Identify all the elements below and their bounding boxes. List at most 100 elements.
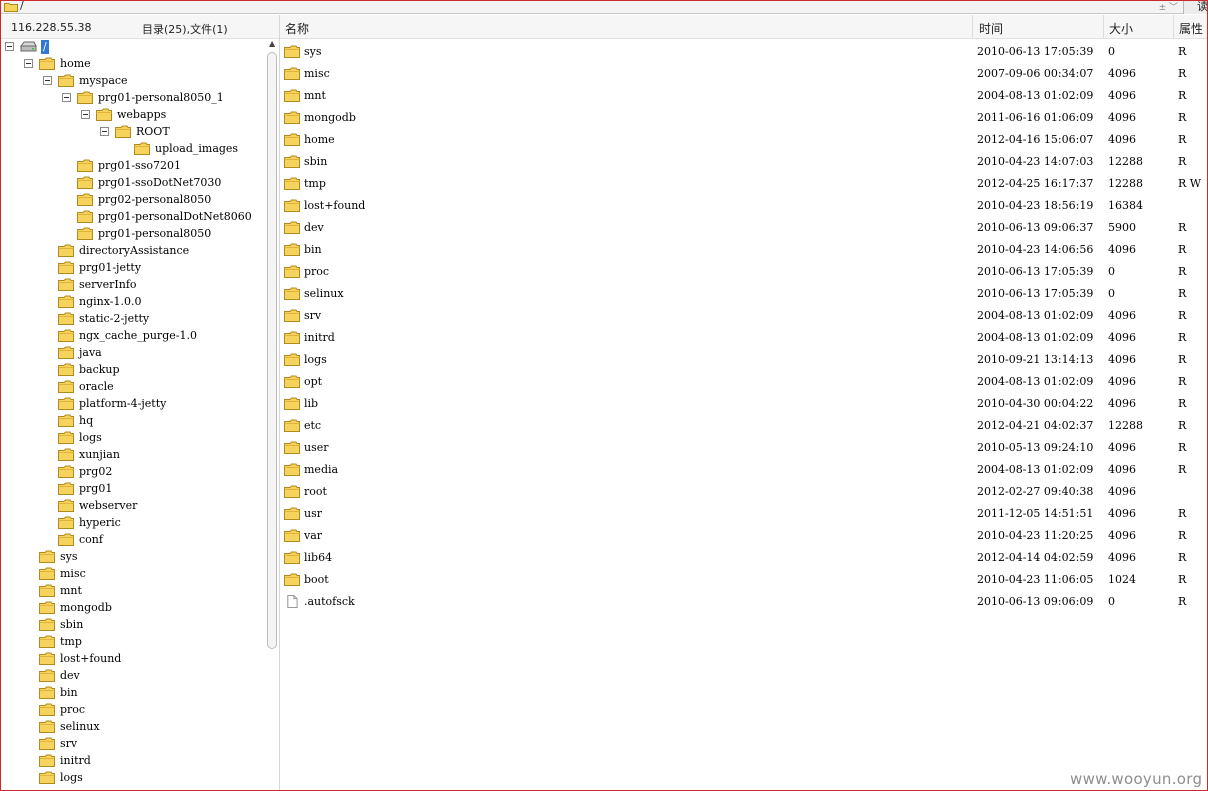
- file-row[interactable]: logs 2010-09-21 13:14:13 4096 R: [280, 349, 1208, 371]
- file-row[interactable]: .autofsck 2010-06-13 09:06:09 0 R: [280, 591, 1208, 613]
- tree-item[interactable]: hq: [0, 413, 266, 430]
- file-row[interactable]: sbin 2010-04-23 14:07:03 12288 R: [280, 151, 1208, 173]
- tree-item[interactable]: static-2-jetty: [0, 311, 266, 328]
- file-row[interactable]: media 2004-08-13 01:02:09 4096 R: [280, 459, 1208, 481]
- tree-item[interactable]: directoryAssistance: [0, 243, 266, 260]
- folder-icon: [284, 353, 300, 366]
- read-button[interactable]: 读: [1183, 0, 1208, 14]
- tree-item[interactable]: prg01-jetty: [0, 260, 266, 277]
- file-row[interactable]: selinux 2010-06-13 17:05:39 0 R: [280, 283, 1208, 305]
- file-row[interactable]: lib 2010-04-30 00:04:22 4096 R: [280, 393, 1208, 415]
- folder-icon: [39, 754, 55, 767]
- tree-item[interactable]: ROOT: [0, 124, 266, 141]
- tree-item[interactable]: conf: [0, 532, 266, 549]
- file-row[interactable]: var 2010-04-23 11:20:25 4096 R: [280, 525, 1208, 547]
- file-row[interactable]: opt 2004-08-13 01:02:09 4096 R: [280, 371, 1208, 393]
- folder-icon: [284, 199, 300, 212]
- file-row[interactable]: mnt 2004-08-13 01:02:09 4096 R: [280, 85, 1208, 107]
- file-row[interactable]: initrd 2004-08-13 01:02:09 4096 R: [280, 327, 1208, 349]
- file-row[interactable]: dev 2010-06-13 09:06:37 5900 R: [280, 217, 1208, 239]
- column-attr[interactable]: 属性: [1179, 20, 1203, 37]
- column-separator[interactable]: [1173, 15, 1174, 39]
- column-name[interactable]: 名称: [285, 20, 309, 37]
- scroll-thumb[interactable]: [267, 52, 277, 649]
- tree-item[interactable]: prg01-personal8050_1: [0, 90, 266, 107]
- tree-item[interactable]: bin: [0, 685, 266, 702]
- tree-item[interactable]: dev: [0, 668, 266, 685]
- tree-item[interactable]: prg01-personalDotNet8060: [0, 209, 266, 226]
- file-row[interactable]: usr 2011-12-05 14:51:51 4096 R: [280, 503, 1208, 525]
- tree-item[interactable]: sys: [0, 549, 266, 566]
- file-time: 2004-08-13 01:02:09: [977, 375, 1094, 388]
- file-row[interactable]: user 2010-05-13 09:24:10 4096 R: [280, 437, 1208, 459]
- tree-item[interactable]: platform-4-jetty: [0, 396, 266, 413]
- file-row[interactable]: srv 2004-08-13 01:02:09 4096 R: [280, 305, 1208, 327]
- file-row[interactable]: misc 2007-09-06 00:34:07 4096 R: [280, 63, 1208, 85]
- tree-item[interactable]: misc: [0, 566, 266, 583]
- tree-item[interactable]: prg01-sso7201: [0, 158, 266, 175]
- tree-item[interactable]: prg02: [0, 464, 266, 481]
- file-row[interactable]: etc 2012-04-21 04:02:37 12288 R: [280, 415, 1208, 437]
- tree-item[interactable]: webserver: [0, 498, 266, 515]
- column-separator[interactable]: [1103, 15, 1104, 39]
- file-row[interactable]: lib64 2012-04-14 04:02:59 4096 R: [280, 547, 1208, 569]
- tree-item[interactable]: serverInfo: [0, 277, 266, 294]
- tree-item[interactable]: initrd: [0, 753, 266, 770]
- tree-item[interactable]: webapps: [0, 107, 266, 124]
- tree-item[interactable]: upload_images: [0, 141, 266, 158]
- file-row[interactable]: bin 2010-04-23 14:06:56 4096 R: [280, 239, 1208, 261]
- file-name: user: [304, 441, 329, 454]
- tree-item[interactable]: prg01: [0, 481, 266, 498]
- tree-item[interactable]: nginx-1.0.0: [0, 294, 266, 311]
- tree-item[interactable]: selinux: [0, 719, 266, 736]
- collapse-icon[interactable]: [43, 76, 52, 85]
- tree-item[interactable]: tmp: [0, 634, 266, 651]
- tree-item[interactable]: ngx_cache_purge-1.0: [0, 328, 266, 345]
- file-name: proc: [304, 265, 330, 278]
- path-input[interactable]: /: [20, 0, 1180, 13]
- tree-item[interactable]: logs: [0, 770, 266, 787]
- collapse-icon[interactable]: [24, 59, 33, 68]
- folder-icon: [58, 74, 74, 87]
- folder-icon: [284, 331, 300, 344]
- file-row[interactable]: home 2012-04-16 15:06:07 4096 R: [280, 129, 1208, 151]
- collapse-icon[interactable]: [62, 93, 71, 102]
- tree-item[interactable]: lost+found: [0, 651, 266, 668]
- tree-item[interactable]: sbin: [0, 617, 266, 634]
- tree-item[interactable]: proc: [0, 702, 266, 719]
- tree-item[interactable]: srv: [0, 736, 266, 753]
- file-row[interactable]: tmp 2012-04-25 16:17:37 12288 R W: [280, 173, 1208, 195]
- column-separator[interactable]: [972, 15, 973, 39]
- tree-item[interactable]: logs: [0, 430, 266, 447]
- tree-item-label: initrd: [60, 754, 91, 767]
- file-row[interactable]: sys 2010-06-13 17:05:39 0 R: [280, 41, 1208, 63]
- path-dropdown-icon[interactable]: ± ﹀: [1142, 0, 1178, 13]
- tree-item[interactable]: home: [0, 56, 266, 73]
- file-time: 2010-04-23 18:56:19: [977, 199, 1094, 212]
- column-time[interactable]: 时间: [979, 20, 1003, 37]
- scroll-up-icon[interactable]: ▲: [269, 39, 275, 48]
- tree-item[interactable]: java: [0, 345, 266, 362]
- tree-item[interactable]: backup: [0, 362, 266, 379]
- file-row[interactable]: root 2012-02-27 09:40:38 4096: [280, 481, 1208, 503]
- collapse-icon[interactable]: [100, 127, 109, 136]
- tree-item[interactable]: prg02-personal8050: [0, 192, 266, 209]
- tree-scrollbar[interactable]: ▲: [266, 39, 278, 651]
- file-row[interactable]: proc 2010-06-13 17:05:39 0 R: [280, 261, 1208, 283]
- tree-item[interactable]: /: [0, 39, 266, 56]
- file-row[interactable]: lost+found 2010-04-23 18:56:19 16384: [280, 195, 1208, 217]
- tree-item[interactable]: oracle: [0, 379, 266, 396]
- file-row[interactable]: boot 2010-04-23 11:06:05 1024 R: [280, 569, 1208, 591]
- tree-item[interactable]: xunjian: [0, 447, 266, 464]
- collapse-icon[interactable]: [5, 42, 14, 51]
- column-size[interactable]: 大小: [1109, 20, 1133, 37]
- tree-item[interactable]: myspace: [0, 73, 266, 90]
- tree-item[interactable]: hyperic: [0, 515, 266, 532]
- collapse-icon[interactable]: [81, 110, 90, 119]
- tree-item[interactable]: prg01-ssoDotNet7030: [0, 175, 266, 192]
- file-row[interactable]: mongodb 2011-06-16 01:06:09 4096 R: [280, 107, 1208, 129]
- tree-item[interactable]: mnt: [0, 583, 266, 600]
- tree-item[interactable]: mongodb: [0, 600, 266, 617]
- file-name: mongodb: [304, 111, 356, 124]
- tree-item[interactable]: prg01-personal8050: [0, 226, 266, 243]
